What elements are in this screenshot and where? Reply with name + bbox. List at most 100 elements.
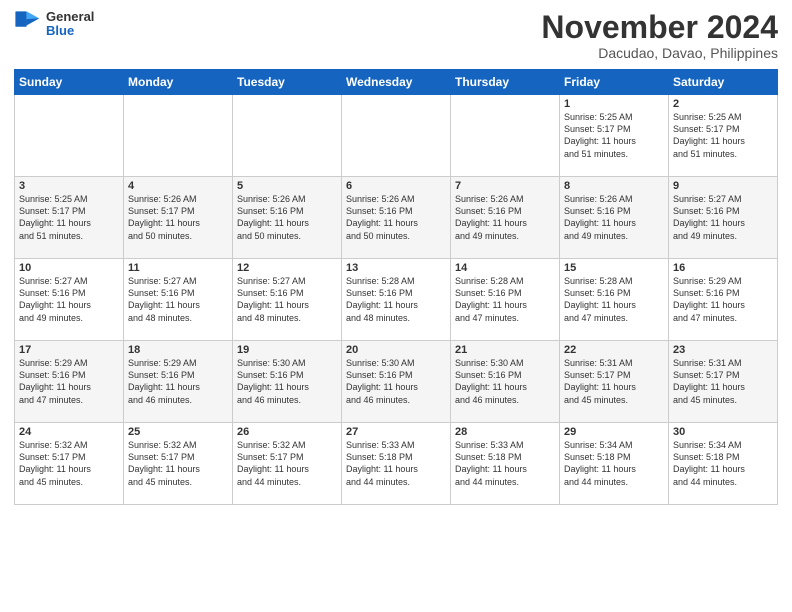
day-info: Sunrise: 5:28 AMSunset: 5:16 PMDaylight:… xyxy=(346,275,446,324)
day-info: Sunrise: 5:34 AMSunset: 5:18 PMDaylight:… xyxy=(564,439,664,488)
day-number: 24 xyxy=(19,426,119,438)
day-info: Sunrise: 5:30 AMSunset: 5:16 PMDaylight:… xyxy=(455,357,555,406)
title-block: November 2024 Dacudao, Davao, Philippine… xyxy=(541,10,778,61)
day-info: Sunrise: 5:30 AMSunset: 5:16 PMDaylight:… xyxy=(237,357,337,406)
month-title: November 2024 xyxy=(541,10,778,45)
calendar-cell-w1-d3 xyxy=(233,95,342,177)
calendar-cell-w1-d4 xyxy=(342,95,451,177)
header: General Blue November 2024 Dacudao, Dava… xyxy=(14,10,778,61)
day-number: 18 xyxy=(128,344,228,356)
day-number: 15 xyxy=(564,262,664,274)
day-info: Sunrise: 5:29 AMSunset: 5:16 PMDaylight:… xyxy=(19,357,119,406)
calendar-cell-w2-d7: 9Sunrise: 5:27 AMSunset: 5:16 PMDaylight… xyxy=(669,177,778,259)
day-number: 23 xyxy=(673,344,773,356)
day-number: 4 xyxy=(128,180,228,192)
day-number: 12 xyxy=(237,262,337,274)
day-info: Sunrise: 5:32 AMSunset: 5:17 PMDaylight:… xyxy=(128,439,228,488)
day-info: Sunrise: 5:26 AMSunset: 5:16 PMDaylight:… xyxy=(564,193,664,242)
calendar-cell-w2-d6: 8Sunrise: 5:26 AMSunset: 5:16 PMDaylight… xyxy=(560,177,669,259)
calendar-cell-w3-d2: 11Sunrise: 5:27 AMSunset: 5:16 PMDayligh… xyxy=(124,259,233,341)
day-number: 3 xyxy=(19,180,119,192)
calendar-cell-w4-d5: 21Sunrise: 5:30 AMSunset: 5:16 PMDayligh… xyxy=(451,341,560,423)
calendar-cell-w3-d1: 10Sunrise: 5:27 AMSunset: 5:16 PMDayligh… xyxy=(15,259,124,341)
day-number: 29 xyxy=(564,426,664,438)
calendar-cell-w3-d4: 13Sunrise: 5:28 AMSunset: 5:16 PMDayligh… xyxy=(342,259,451,341)
day-number: 2 xyxy=(673,98,773,110)
day-number: 8 xyxy=(564,180,664,192)
day-number: 11 xyxy=(128,262,228,274)
calendar-cell-w2-d3: 5Sunrise: 5:26 AMSunset: 5:16 PMDaylight… xyxy=(233,177,342,259)
calendar-week-4: 17Sunrise: 5:29 AMSunset: 5:16 PMDayligh… xyxy=(15,341,778,423)
logo-icon xyxy=(14,10,42,38)
calendar-cell-w1-d5 xyxy=(451,95,560,177)
day-info: Sunrise: 5:33 AMSunset: 5:18 PMDaylight:… xyxy=(346,439,446,488)
day-number: 27 xyxy=(346,426,446,438)
calendar-cell-w5-d6: 29Sunrise: 5:34 AMSunset: 5:18 PMDayligh… xyxy=(560,423,669,505)
calendar-cell-w5-d4: 27Sunrise: 5:33 AMSunset: 5:18 PMDayligh… xyxy=(342,423,451,505)
calendar-cell-w3-d3: 12Sunrise: 5:27 AMSunset: 5:16 PMDayligh… xyxy=(233,259,342,341)
day-info: Sunrise: 5:32 AMSunset: 5:17 PMDaylight:… xyxy=(237,439,337,488)
day-info: Sunrise: 5:27 AMSunset: 5:16 PMDaylight:… xyxy=(19,275,119,324)
calendar-cell-w3-d7: 16Sunrise: 5:29 AMSunset: 5:16 PMDayligh… xyxy=(669,259,778,341)
day-info: Sunrise: 5:34 AMSunset: 5:18 PMDaylight:… xyxy=(673,439,773,488)
header-tuesday: Tuesday xyxy=(233,70,342,95)
day-number: 14 xyxy=(455,262,555,274)
day-info: Sunrise: 5:26 AMSunset: 5:16 PMDaylight:… xyxy=(346,193,446,242)
day-number: 28 xyxy=(455,426,555,438)
calendar-cell-w4-d4: 20Sunrise: 5:30 AMSunset: 5:16 PMDayligh… xyxy=(342,341,451,423)
day-number: 20 xyxy=(346,344,446,356)
calendar-cell-w4-d2: 18Sunrise: 5:29 AMSunset: 5:16 PMDayligh… xyxy=(124,341,233,423)
calendar-cell-w1-d7: 2Sunrise: 5:25 AMSunset: 5:17 PMDaylight… xyxy=(669,95,778,177)
calendar-cell-w5-d3: 26Sunrise: 5:32 AMSunset: 5:17 PMDayligh… xyxy=(233,423,342,505)
header-friday: Friday xyxy=(560,70,669,95)
logo-text: General Blue xyxy=(46,10,94,39)
day-info: Sunrise: 5:25 AMSunset: 5:17 PMDaylight:… xyxy=(19,193,119,242)
day-info: Sunrise: 5:25 AMSunset: 5:17 PMDaylight:… xyxy=(673,111,773,160)
calendar-cell-w5-d7: 30Sunrise: 5:34 AMSunset: 5:18 PMDayligh… xyxy=(669,423,778,505)
day-number: 16 xyxy=(673,262,773,274)
calendar-week-2: 3Sunrise: 5:25 AMSunset: 5:17 PMDaylight… xyxy=(15,177,778,259)
calendar-cell-w2-d5: 7Sunrise: 5:26 AMSunset: 5:16 PMDaylight… xyxy=(451,177,560,259)
header-saturday: Saturday xyxy=(669,70,778,95)
logo-line1: General xyxy=(46,10,94,24)
day-number: 19 xyxy=(237,344,337,356)
day-number: 10 xyxy=(19,262,119,274)
day-number: 21 xyxy=(455,344,555,356)
calendar-cell-w1-d1 xyxy=(15,95,124,177)
calendar-cell-w5-d2: 25Sunrise: 5:32 AMSunset: 5:17 PMDayligh… xyxy=(124,423,233,505)
calendar-cell-w3-d6: 15Sunrise: 5:28 AMSunset: 5:16 PMDayligh… xyxy=(560,259,669,341)
day-info: Sunrise: 5:28 AMSunset: 5:16 PMDaylight:… xyxy=(455,275,555,324)
calendar-cell-w1-d6: 1Sunrise: 5:25 AMSunset: 5:17 PMDaylight… xyxy=(560,95,669,177)
day-info: Sunrise: 5:26 AMSunset: 5:17 PMDaylight:… xyxy=(128,193,228,242)
day-info: Sunrise: 5:31 AMSunset: 5:17 PMDaylight:… xyxy=(673,357,773,406)
calendar-cell-w5-d1: 24Sunrise: 5:32 AMSunset: 5:17 PMDayligh… xyxy=(15,423,124,505)
header-sunday: Sunday xyxy=(15,70,124,95)
day-number: 30 xyxy=(673,426,773,438)
day-number: 6 xyxy=(346,180,446,192)
day-info: Sunrise: 5:30 AMSunset: 5:16 PMDaylight:… xyxy=(346,357,446,406)
day-info: Sunrise: 5:28 AMSunset: 5:16 PMDaylight:… xyxy=(564,275,664,324)
day-info: Sunrise: 5:26 AMSunset: 5:16 PMDaylight:… xyxy=(237,193,337,242)
day-number: 22 xyxy=(564,344,664,356)
day-info: Sunrise: 5:26 AMSunset: 5:16 PMDaylight:… xyxy=(455,193,555,242)
calendar-header: Sunday Monday Tuesday Wednesday Thursday… xyxy=(15,70,778,95)
logo: General Blue xyxy=(14,10,94,39)
day-number: 9 xyxy=(673,180,773,192)
calendar-cell-w4-d1: 17Sunrise: 5:29 AMSunset: 5:16 PMDayligh… xyxy=(15,341,124,423)
header-monday: Monday xyxy=(124,70,233,95)
day-number: 26 xyxy=(237,426,337,438)
day-number: 13 xyxy=(346,262,446,274)
calendar-week-1: 1 Sunrise: 5:25 AMSunset: 5:17 PMDaylight… xyxy=(15,95,778,177)
header-wednesday: Wednesday xyxy=(342,70,451,95)
day-info: Sunrise: 5:27 AMSunset: 5:16 PMDaylight:… xyxy=(237,275,337,324)
day-number: 7 xyxy=(455,180,555,192)
calendar: Sunday Monday Tuesday Wednesday Thursday… xyxy=(14,69,778,505)
day-number: 5 xyxy=(237,180,337,192)
calendar-cell-w4-d7: 23Sunrise: 5:31 AMSunset: 5:17 PMDayligh… xyxy=(669,341,778,423)
weekday-header-row: Sunday Monday Tuesday Wednesday Thursday… xyxy=(15,70,778,95)
logo-line2: Blue xyxy=(46,24,94,38)
day-number: 1 xyxy=(564,98,664,110)
day-number: 25 xyxy=(128,426,228,438)
day-number: 17 xyxy=(19,344,119,356)
calendar-cell-w2-d2: 4Sunrise: 5:26 AMSunset: 5:17 PMDaylight… xyxy=(124,177,233,259)
